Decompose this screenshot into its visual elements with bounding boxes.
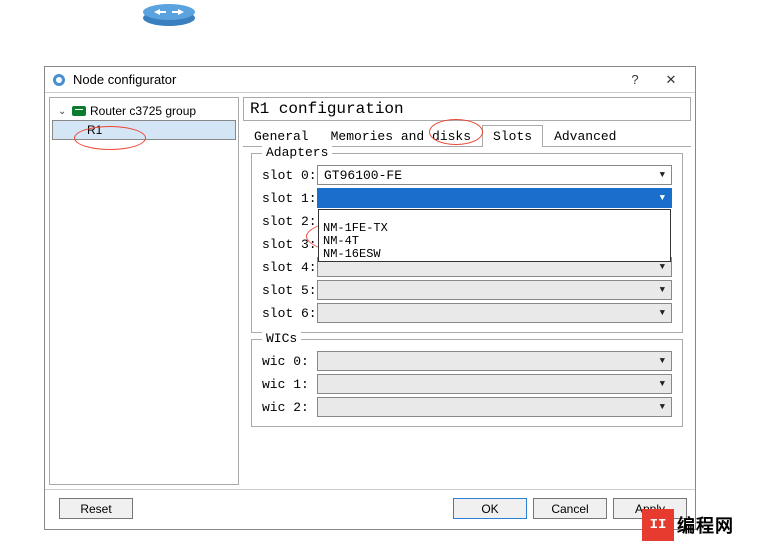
tab-bar: General Memories and disks Slots Advance… [243,125,691,147]
option-nm16esw[interactable]: NM-16ESW [319,248,670,261]
chevron-down-icon: ▼ [660,262,665,272]
slot0-select[interactable]: GT96100-FE▼ [317,165,672,185]
tree-item-r1[interactable]: R1 [52,120,236,140]
slot6-select[interactable]: ▼ [317,303,672,323]
slot4-label: slot 4: [262,260,317,275]
wic0-label: wic 0: [262,354,317,369]
chevron-down-icon: ▼ [660,308,665,318]
wic1-select[interactable]: ▼ [317,374,672,394]
config-panel: R1 configuration General Memories and di… [243,97,691,485]
slot1-dropdown[interactable]: NM-1FE-TX NM-4T NM-16ESW [318,209,671,262]
tree-group-label: Router c3725 group [90,104,196,118]
router-image [140,0,198,28]
slot0-label: slot 0: [262,168,317,183]
app-icon [51,72,67,88]
wics-group: WICs wic 0: ▼ wic 1: ▼ wic 2: ▼ [251,339,683,427]
slot5-label: slot 5: [262,283,317,298]
chevron-down-icon: ▼ [660,285,665,295]
window-title: Node configurator [73,72,617,87]
wic0-select[interactable]: ▼ [317,351,672,371]
tree-item-label: R1 [87,123,102,137]
panel-title: R1 configuration [243,97,691,121]
titlebar: Node configurator ? ✕ [45,67,695,93]
chevron-down-icon[interactable]: ⌄ [58,106,68,117]
tab-memories[interactable]: Memories and disks [320,125,482,147]
node-configurator-dialog: Node configurator ? ✕ ⌄ Router c3725 gro… [44,66,696,530]
close-button[interactable]: ✕ [653,70,689,90]
watermark-text: 编程网 [677,512,734,538]
device-tree[interactable]: ⌄ Router c3725 group R1 [49,97,239,485]
wic2-label: wic 2: [262,400,317,415]
wics-legend: WICs [262,331,301,346]
slot1-select[interactable]: ▼ NM-1FE-TX NM-4T NM-16ESW [317,188,672,208]
tab-slots[interactable]: Slots [482,125,543,147]
chevron-down-icon: ▼ [660,402,665,412]
wic2-select[interactable]: ▼ [317,397,672,417]
slot3-label: slot 3: [262,237,317,252]
watermark: I​I 编程网 [642,507,758,543]
watermark-logo: I​I [642,509,674,541]
adapters-group: Adapters slot 0: GT96100-FE▼ slot 1: ▼ N… [251,153,683,333]
chevron-down-icon: ▼ [660,379,665,389]
option-nm1fetx[interactable]: NM-1FE-TX [319,222,670,235]
help-button[interactable]: ? [617,70,653,90]
tree-group[interactable]: ⌄ Router c3725 group [52,102,236,120]
slot6-label: slot 6: [262,306,317,321]
chevron-down-icon: ▼ [660,193,665,203]
wic1-label: wic 1: [262,377,317,392]
slot2-label: slot 2: [262,214,317,229]
tab-general[interactable]: General [243,125,320,147]
slot1-label: slot 1: [262,191,317,206]
slot5-select[interactable]: ▼ [317,280,672,300]
ok-button[interactable]: OK [453,498,527,519]
router-icon [72,106,86,116]
adapters-legend: Adapters [262,145,332,160]
cancel-button[interactable]: Cancel [533,498,607,519]
chevron-down-icon: ▼ [660,356,665,366]
chevron-down-icon: ▼ [660,170,665,180]
reset-button[interactable]: Reset [59,498,133,519]
tab-advanced[interactable]: Advanced [543,125,627,147]
button-bar: Reset OK Cancel Apply [45,489,695,529]
